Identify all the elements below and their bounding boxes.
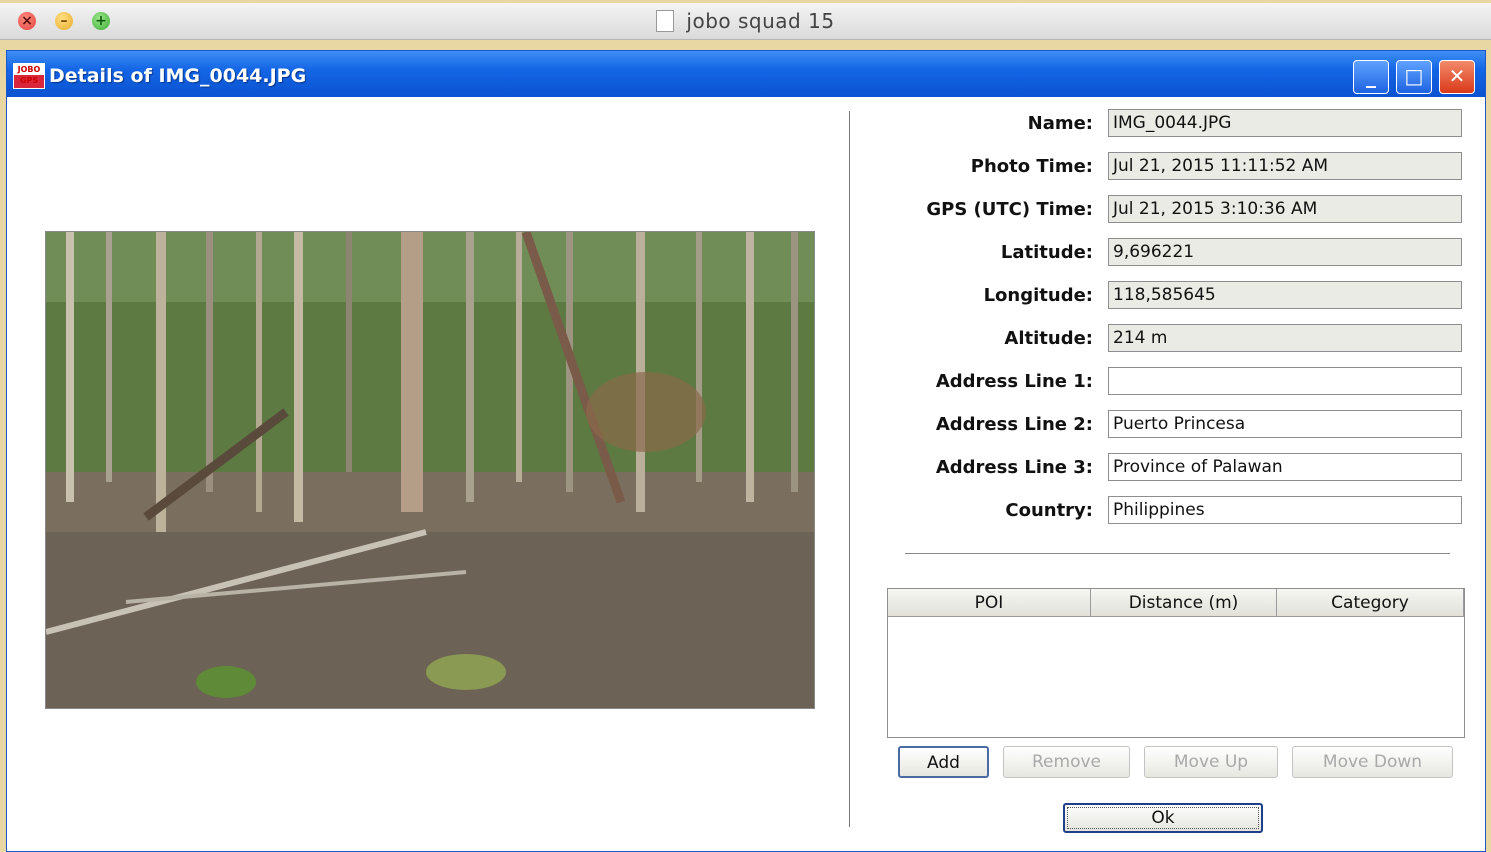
jobo-app-icon: JOBO GPS xyxy=(13,63,45,89)
move-up-button[interactable]: Move Up xyxy=(1144,746,1278,778)
maximize-icon: □ xyxy=(1404,64,1424,88)
dialog-minimize-button[interactable]: _ xyxy=(1353,60,1389,94)
address-line-2-label: Address Line 2: xyxy=(935,414,1093,435)
mac-window-title-area: jobo squad 15 xyxy=(0,3,1491,39)
altitude-field[interactable]: 214 m xyxy=(1108,324,1462,352)
dialog-title: Details of IMG_0044.JPG xyxy=(49,65,307,87)
address-line-3-field[interactable]: Province of Palawan xyxy=(1108,453,1462,481)
longitude-field[interactable]: 118,585645 xyxy=(1108,281,1462,309)
add-button[interactable]: Add xyxy=(898,746,989,778)
latitude-field[interactable]: 9,696221 xyxy=(1108,238,1462,266)
altitude-label: Altitude: xyxy=(1004,328,1093,349)
photo-preview xyxy=(45,231,815,709)
distance-column-header[interactable]: Distance (m) xyxy=(1091,589,1277,617)
poi-table[interactable]: POI Distance (m) Category xyxy=(887,588,1465,738)
close-icon: ✕ xyxy=(1448,64,1466,88)
ok-button[interactable]: Ok xyxy=(1063,803,1263,833)
remove-button[interactable]: Remove xyxy=(1003,746,1130,778)
longitude-label: Longitude: xyxy=(983,285,1093,306)
photo-time-field[interactable]: Jul 21, 2015 11:11:52 AM xyxy=(1108,152,1462,180)
minimize-icon: _ xyxy=(1366,64,1376,88)
name-label: Name: xyxy=(1027,113,1093,134)
forest-photo-illustration xyxy=(46,232,814,708)
details-dialog: JOBO GPS Details of IMG_0044.JPG _ □ ✕ N… xyxy=(6,50,1486,852)
gps-time-field[interactable]: Jul 21, 2015 3:10:36 AM xyxy=(1108,195,1462,223)
mac-window-title: jobo squad 15 xyxy=(686,9,835,33)
poi-column-header[interactable]: POI xyxy=(888,589,1091,617)
address-line-2-field[interactable]: Puerto Princesa xyxy=(1108,410,1462,438)
address-line-1-label: Address Line 1: xyxy=(935,371,1093,392)
latitude-label: Latitude: xyxy=(1000,242,1093,263)
move-down-button[interactable]: Move Down xyxy=(1292,746,1453,778)
address-line-3-label: Address Line 3: xyxy=(935,457,1093,478)
dialog-maximize-button[interactable]: □ xyxy=(1396,60,1432,94)
country-label: Country: xyxy=(1005,500,1093,521)
horizontal-divider xyxy=(905,553,1450,554)
dialog-title-bar: JOBO GPS Details of IMG_0044.JPG _ □ ✕ xyxy=(7,51,1485,97)
address-line-1-field[interactable] xyxy=(1108,367,1462,395)
document-icon xyxy=(656,9,675,32)
name-field[interactable]: IMG_0044.JPG xyxy=(1108,109,1462,137)
country-field[interactable]: Philippines xyxy=(1108,496,1462,524)
dialog-close-button[interactable]: ✕ xyxy=(1439,60,1475,94)
mac-title-bar: × – + jobo squad 15 xyxy=(0,3,1491,40)
category-column-header[interactable]: Category xyxy=(1277,589,1464,617)
gps-time-label: GPS (UTC) Time: xyxy=(926,199,1093,220)
photo-time-label: Photo Time: xyxy=(970,156,1093,177)
